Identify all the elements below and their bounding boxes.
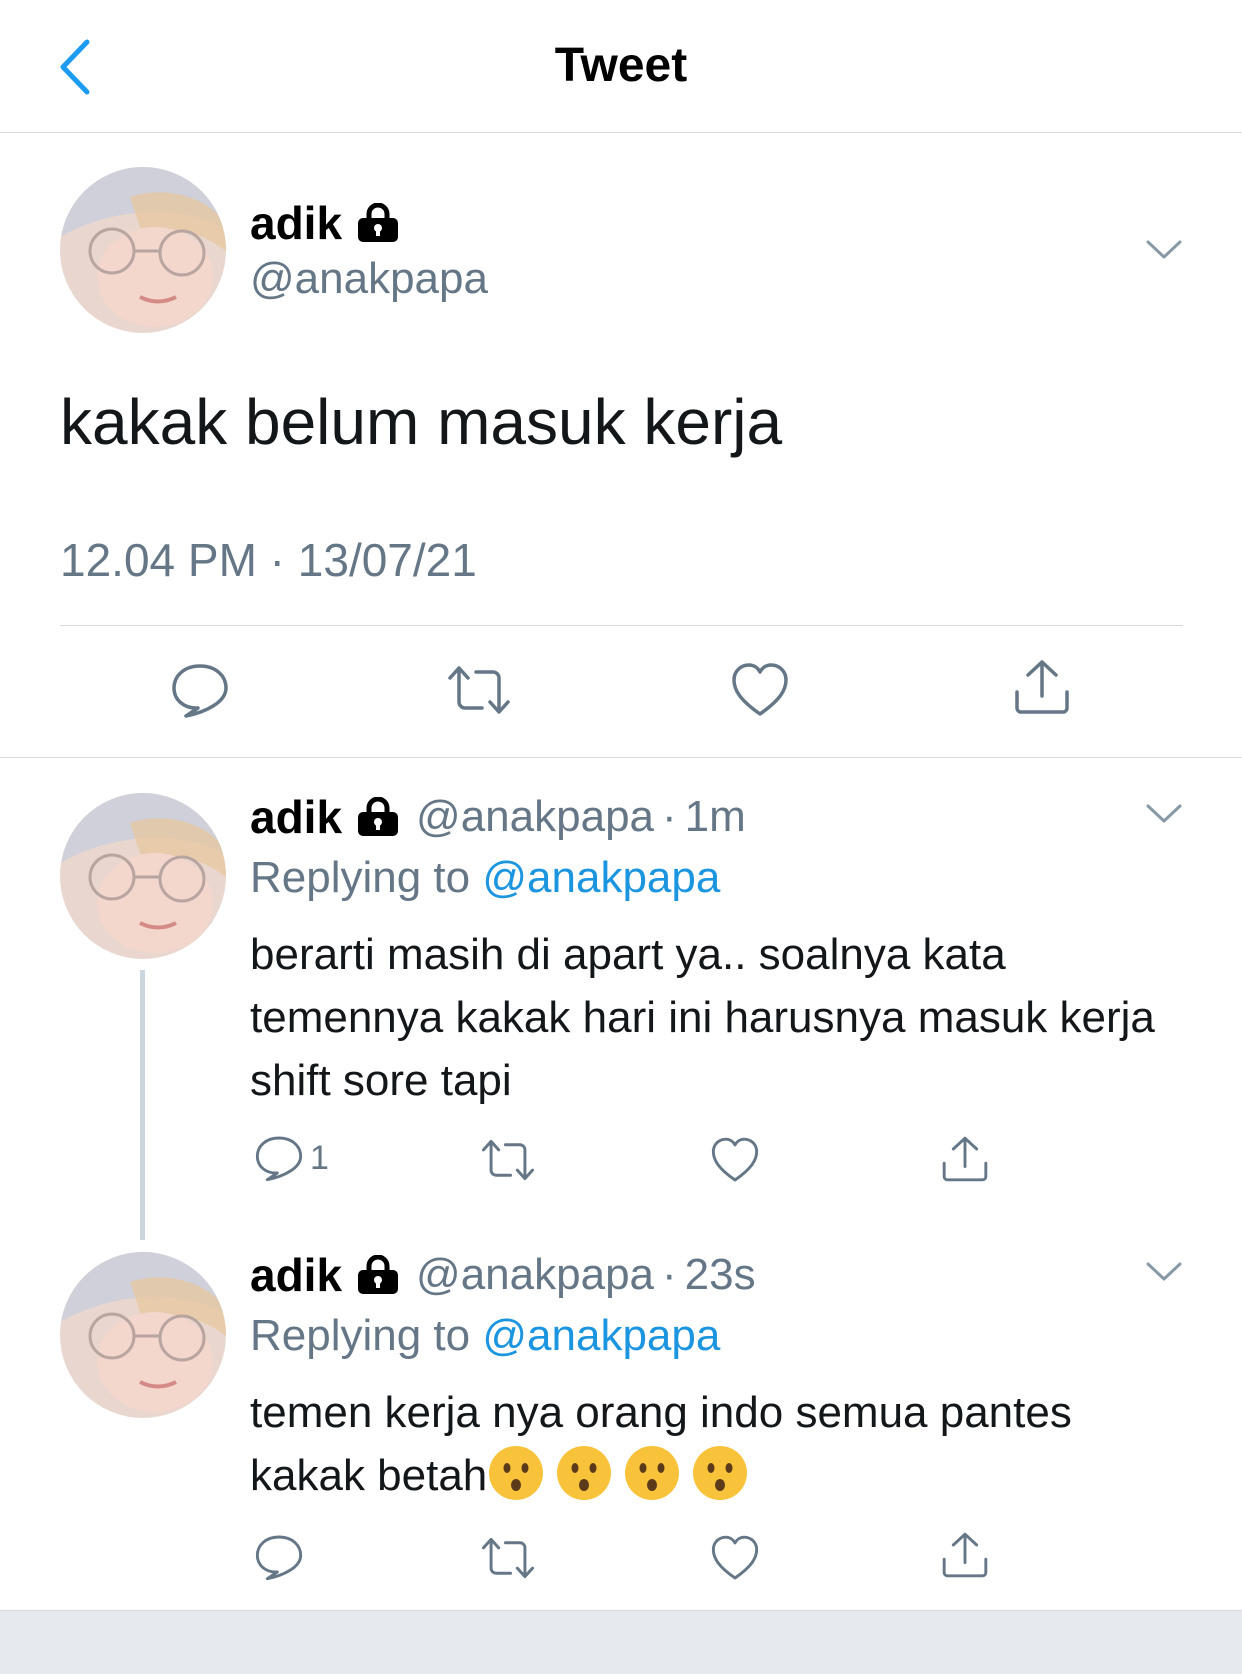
like-button[interactable] (730, 662, 790, 718)
heart-icon (711, 1137, 759, 1182)
reply-age: 1m (684, 792, 746, 841)
reply-age: 23s (684, 1250, 756, 1299)
chevron-down-icon (1146, 240, 1182, 259)
chevron-down-icon (1146, 1262, 1182, 1281)
reply-count: 1 (310, 1138, 329, 1177)
share-button[interactable] (1012, 658, 1072, 716)
tweet-timestamp: 12.04 PM · 13/07/21 (60, 534, 477, 586)
reply-icon (255, 1535, 303, 1581)
reply-icon (255, 1136, 303, 1182)
lock-icon (358, 203, 399, 242)
tweet-text: kakak belum masuk kerja (60, 386, 783, 458)
share-icon (1015, 660, 1069, 714)
separator: · (662, 1250, 677, 1299)
share-button[interactable] (940, 1134, 990, 1184)
display-name: adik (250, 1249, 343, 1301)
reply-header[interactable]: adik @anakpapa · 1m (250, 790, 746, 844)
like-button[interactable] (710, 1534, 760, 1582)
avatar[interactable] (60, 793, 226, 959)
separator: · (662, 792, 677, 841)
hushed-face-emoji (489, 1446, 544, 1500)
replying-to-prefix: Replying to (250, 853, 471, 902)
display-name: adik (250, 197, 343, 249)
divider (0, 757, 1242, 758)
reply-text: berarti masih di apart ya.. soalnya kata… (250, 930, 1155, 1105)
reply-button[interactable] (170, 662, 230, 718)
heart-icon (711, 1535, 759, 1580)
bottom-reply-bar (0, 1610, 1242, 1674)
share-icon (942, 1532, 988, 1578)
author-name-row[interactable]: adik (250, 196, 400, 250)
avatar[interactable] (60, 1252, 226, 1418)
share-button[interactable] (940, 1530, 990, 1580)
retweet-button[interactable] (480, 1536, 536, 1580)
chevron-down-icon (1146, 804, 1182, 823)
top-navigation-bar: Tweet (0, 0, 1242, 133)
heart-icon (732, 663, 788, 716)
replying-to-link[interactable]: @anakpapa (482, 1311, 720, 1360)
lock-icon (358, 797, 399, 836)
replying-to: Replying to @anakpapa (250, 853, 720, 903)
reply-button[interactable] (254, 1533, 304, 1581)
retweet-button[interactable] (480, 1138, 536, 1182)
hushed-face-emoji (625, 1446, 680, 1500)
reply-text: temen kerja nya orang indo semua pantes … (250, 1381, 1180, 1507)
retweet-icon (448, 666, 510, 714)
hushed-face-emoji (557, 1446, 612, 1500)
share-icon (942, 1136, 988, 1182)
replying-to-link[interactable]: @anakpapa (482, 853, 720, 902)
display-name: adik (250, 791, 343, 843)
thread-connector-line (140, 970, 145, 1240)
lock-icon (358, 1255, 399, 1294)
like-button[interactable] (710, 1136, 760, 1184)
page-title: Tweet (554, 39, 688, 92)
retweet-icon (481, 1139, 535, 1181)
reply-button[interactable]: 1 (254, 1134, 329, 1182)
replying-to: Replying to @anakpapa (250, 1311, 720, 1361)
emoji-group (487, 1446, 749, 1500)
author-handle[interactable]: @anakpapa (250, 254, 488, 304)
tweet-options-button[interactable] (1140, 232, 1188, 268)
reply-header[interactable]: adik @anakpapa · 23s (250, 1248, 756, 1302)
author-handle: @anakpapa (416, 1250, 655, 1299)
author-handle: @anakpapa (416, 792, 655, 841)
replying-to-prefix: Replying to (250, 1311, 471, 1360)
hushed-face-emoji (693, 1446, 748, 1500)
divider (60, 625, 1183, 626)
retweet-icon (481, 1537, 535, 1579)
retweet-button[interactable] (446, 664, 512, 716)
tweet-options-button[interactable] (1140, 796, 1188, 832)
reply-icon (172, 664, 228, 718)
tweet-options-button[interactable] (1140, 1254, 1188, 1290)
avatar[interactable] (60, 167, 226, 333)
